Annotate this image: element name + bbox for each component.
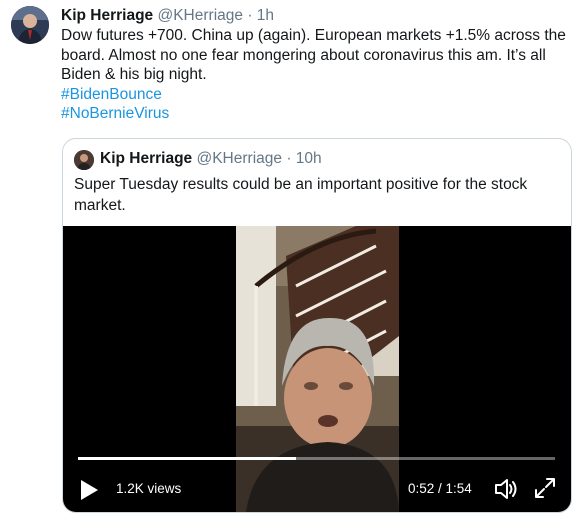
quoted-author-handle[interactable]: @KHerriage [196, 150, 282, 167]
play-icon [81, 480, 98, 500]
separator-dot: · [286, 150, 292, 167]
view-count: 1.2K views [116, 481, 182, 496]
tweet-author: Kip Herriage @KHerriage · 1h [61, 6, 274, 26]
avatar-image [11, 6, 49, 44]
separator-dot: · [247, 7, 253, 24]
quoted-author-avatar[interactable] [74, 150, 94, 170]
volume-icon [495, 479, 517, 499]
video-player[interactable]: 1.2K views 0:52 / 1:54 [63, 226, 571, 512]
hashtag-link[interactable]: #BidenBounce [61, 85, 566, 105]
quoted-author: Kip Herriage @KHerriage · 10h [100, 149, 322, 169]
video-frame [236, 226, 399, 512]
quoted-author-name[interactable]: Kip Herriage [100, 150, 192, 167]
progress-track[interactable] [78, 457, 555, 460]
volume-button[interactable] [493, 476, 519, 502]
hashtag-link[interactable]: #NoBernieVirus [61, 104, 566, 124]
video-timecode: 0:52 / 1:54 [408, 481, 472, 496]
tweet-timestamp[interactable]: 1h [257, 7, 274, 24]
quoted-avatar-image [74, 150, 94, 170]
progress-fill [78, 457, 296, 460]
quoted-timestamp[interactable]: 10h [296, 150, 322, 167]
tweet-text: Dow futures +700. China up (again). Euro… [61, 27, 566, 83]
quoted-text: Super Tuesday results could be an import… [74, 176, 528, 214]
tweet-body: Dow futures +700. China up (again). Euro… [61, 26, 566, 124]
play-button[interactable] [79, 479, 99, 501]
fullscreen-button[interactable] [533, 476, 557, 500]
author-name[interactable]: Kip Herriage [61, 7, 153, 24]
quoted-tweet[interactable]: Kip Herriage @KHerriage · 10h Super Tues… [62, 138, 572, 513]
author-handle[interactable]: @KHerriage [157, 7, 243, 24]
fullscreen-icon [535, 478, 555, 498]
author-avatar[interactable] [11, 6, 49, 44]
